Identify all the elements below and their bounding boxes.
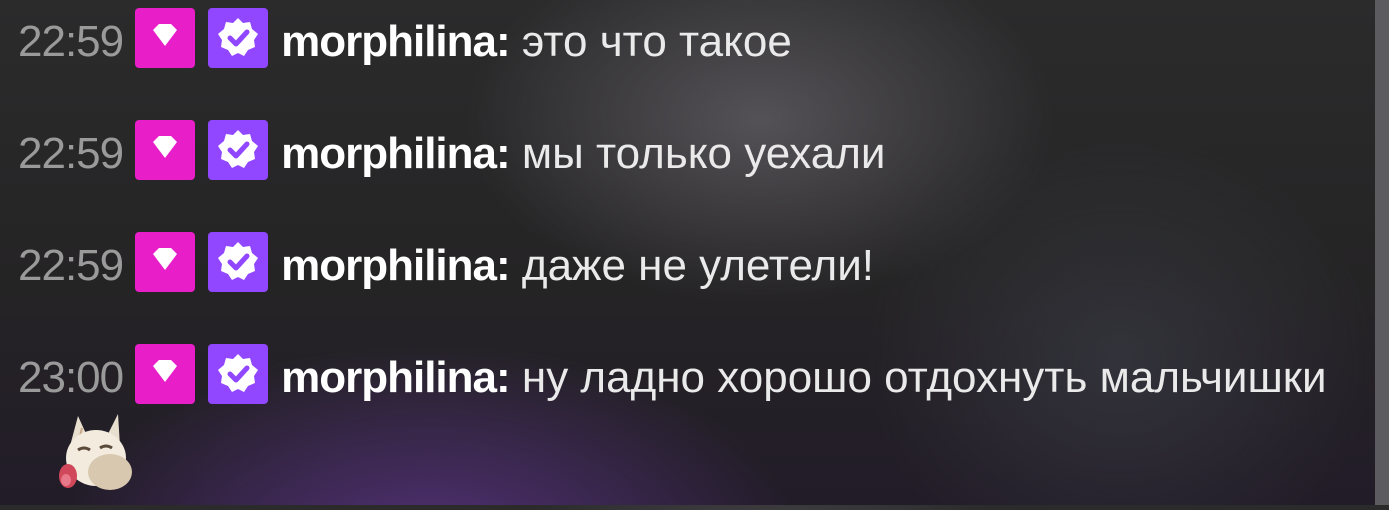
message-text: даже не улетели! [521,241,875,290]
gift-diamond-badge-icon[interactable] [135,232,196,292]
verified-badge-icon[interactable] [208,120,269,180]
message-timestamp: 22:59 [18,129,124,178]
verified-badge-icon[interactable] [208,8,269,68]
message-timestamp: 22:59 [18,17,124,66]
chat-message: 22:59 morphilina: это что такое [18,8,1368,70]
message-username[interactable]: morphilina [281,353,497,402]
username-separator: : [496,129,511,178]
message-username[interactable]: morphilina [281,241,497,290]
gift-diamond-badge-icon[interactable] [135,8,196,68]
message-username[interactable]: morphilina [281,17,497,66]
gift-diamond-badge-icon[interactable] [135,344,196,404]
message-text: мы только уехали [521,129,886,178]
gift-diamond-badge-icon[interactable] [135,120,196,180]
verified-badge-icon[interactable] [208,344,269,404]
chat-message: 22:59 morphilina: даже не улетели! [18,232,1368,294]
message-text: ну ладно хорошо отдохнуть мальчишки [521,353,1327,402]
message-text: это что такое [521,17,792,66]
chat-message: 23:00 morphilina: ну ладно хорошо отдохну… [18,344,1368,496]
message-timestamp: 22:59 [18,241,124,290]
username-separator: : [496,241,511,290]
verified-badge-icon[interactable] [208,232,269,292]
chat-message: 22:59 morphilina: мы только уехали [18,120,1368,182]
username-separator: : [496,353,511,402]
message-username[interactable]: morphilina [281,129,497,178]
message-timestamp: 23:00 [18,353,124,402]
chat-scrollbar[interactable] [1375,0,1389,505]
username-separator: : [496,17,511,66]
white-fox-licking-emote-icon[interactable] [48,406,138,496]
